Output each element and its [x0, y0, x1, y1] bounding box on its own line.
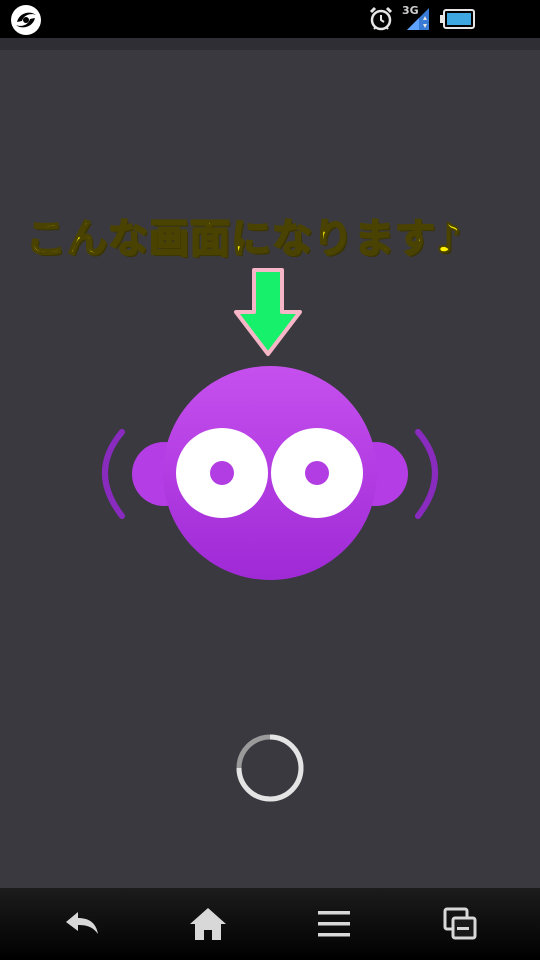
- battery-icon: [440, 9, 475, 29]
- menu-icon[interactable]: [312, 902, 356, 946]
- annotation-text: こんな画面になります♪: [25, 215, 463, 263]
- app-screen: 3G こんな画面になります♪: [0, 0, 540, 960]
- top-divider: [0, 38, 540, 50]
- right-pupil: [305, 461, 329, 485]
- navigation-bar: [0, 888, 540, 960]
- down-arrow-icon: [234, 268, 302, 356]
- mascot-logo: [102, 366, 438, 580]
- signal-icon: [407, 8, 429, 30]
- back-icon[interactable]: [60, 902, 104, 946]
- app-logo-icon: [11, 5, 41, 35]
- left-sound-wave: [102, 429, 125, 519]
- alarm-icon: [369, 6, 393, 31]
- left-pupil: [210, 461, 234, 485]
- status-bar: 3G: [0, 0, 540, 38]
- recent-apps-icon[interactable]: [438, 902, 482, 946]
- loading-spinner-icon: [236, 734, 304, 802]
- home-icon[interactable]: [186, 902, 230, 946]
- right-sound-wave: [415, 429, 438, 519]
